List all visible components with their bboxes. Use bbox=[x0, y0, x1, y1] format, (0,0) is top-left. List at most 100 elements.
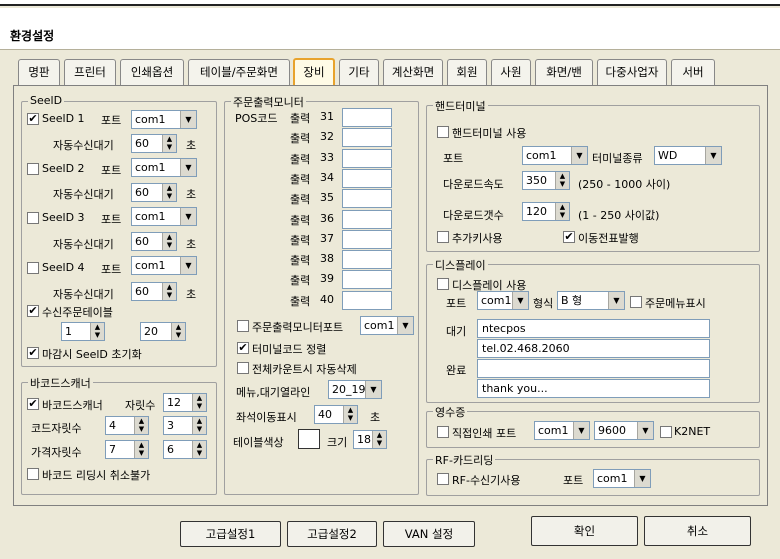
spinner-arrows-icon[interactable]: ▲ ▼ bbox=[90, 323, 104, 340]
output-number: 38 bbox=[320, 252, 334, 266]
cancel-button[interactable]: 취소 bbox=[644, 516, 751, 546]
tab-nameplate[interactable]: 명판 bbox=[18, 59, 60, 85]
advanced-settings-2-button[interactable]: 고급설정2 bbox=[287, 521, 377, 547]
display-done-line2-input[interactable]: thank you... bbox=[477, 379, 710, 398]
order-menu-checkbox[interactable] bbox=[630, 296, 642, 308]
spinner-arrows-icon[interactable]: ▲ ▼ bbox=[192, 441, 206, 458]
display-use-checkbox[interactable] bbox=[437, 278, 449, 290]
output-code-input[interactable] bbox=[342, 128, 392, 148]
tab-multi-business[interactable]: 다중사업자 bbox=[597, 59, 667, 85]
close-init-checkbox[interactable]: ✔ bbox=[27, 347, 39, 359]
tab-server[interactable]: 서버 bbox=[671, 59, 715, 85]
seeld4-wait-spinner[interactable]: 60 ▲ ▼ bbox=[131, 282, 177, 301]
output-code-input[interactable] bbox=[342, 270, 392, 290]
monitor-port-select[interactable]: com1 ▼ bbox=[360, 316, 414, 335]
terminal-type-select[interactable]: WD ▼ bbox=[654, 146, 722, 165]
seeld2-checkbox[interactable] bbox=[27, 163, 39, 175]
output-code-input[interactable] bbox=[342, 108, 392, 127]
seat-move-spinner[interactable]: 40 ▲ ▼ bbox=[314, 405, 358, 424]
seeld2-port-select[interactable]: com1 ▼ bbox=[131, 158, 197, 177]
display-format-select[interactable]: B 형 ▼ bbox=[557, 291, 625, 310]
spinner-arrows-icon[interactable]: ▲ ▼ bbox=[555, 203, 569, 220]
spinner-arrows-icon[interactable]: ▲ ▼ bbox=[192, 394, 206, 411]
title-bar bbox=[0, 8, 780, 50]
spinner-arrows-icon[interactable]: ▲ ▼ bbox=[162, 233, 176, 250]
receipt-port-select[interactable]: com1 ▼ bbox=[534, 421, 590, 440]
recv-table-from-spinner[interactable]: 1 ▲ ▼ bbox=[61, 322, 105, 341]
barcode-code-b-spinner[interactable]: 3 ▲ ▼ bbox=[163, 416, 207, 435]
k2net-checkbox[interactable] bbox=[660, 426, 672, 438]
auto-delete-checkbox[interactable] bbox=[237, 362, 249, 374]
van-settings-button[interactable]: VAN 설정 bbox=[383, 521, 475, 547]
seeld3-port-select[interactable]: com1 ▼ bbox=[131, 207, 197, 226]
seeld1-port-value: com1 bbox=[135, 113, 166, 126]
handterminal-port-select[interactable]: com1 ▼ bbox=[522, 146, 588, 165]
barcode-price-b-spinner[interactable]: 6 ▲ ▼ bbox=[163, 440, 207, 459]
output-code-input[interactable] bbox=[342, 168, 392, 188]
seeld1-port-select[interactable]: com1 ▼ bbox=[131, 110, 197, 129]
output-code-input[interactable] bbox=[342, 290, 392, 310]
output-code-input[interactable] bbox=[342, 148, 392, 168]
spinner-arrows-icon[interactable]: ▲ ▼ bbox=[372, 431, 386, 448]
output-code-input[interactable] bbox=[342, 250, 392, 270]
barcode-price-b-value: 6 bbox=[167, 443, 174, 456]
seeld4-checkbox[interactable] bbox=[27, 262, 39, 274]
table-color-swatch[interactable] bbox=[298, 429, 320, 449]
download-count-spinner[interactable]: 120 ▲ ▼ bbox=[522, 202, 570, 221]
barcode-cancel-checkbox[interactable] bbox=[27, 468, 39, 480]
output-code-input[interactable] bbox=[342, 189, 392, 209]
display-wait-line2-input[interactable]: tel.02.468.2060 bbox=[477, 339, 710, 358]
advanced-settings-1-button[interactable]: 고급설정1 bbox=[180, 521, 281, 547]
seeld3-checkbox[interactable] bbox=[27, 212, 39, 224]
spinner-arrows-icon[interactable]: ▲ ▼ bbox=[162, 283, 176, 300]
spinner-arrows-icon[interactable]: ▲ ▼ bbox=[192, 417, 206, 434]
spinner-arrows-icon[interactable]: ▲ ▼ bbox=[134, 417, 148, 434]
spinner-arrows-icon[interactable]: ▲ ▼ bbox=[162, 135, 176, 152]
tab-member[interactable]: 회원 bbox=[447, 59, 487, 85]
move-slip-checkbox[interactable]: ✔ bbox=[563, 231, 575, 243]
output-number: 31 bbox=[320, 110, 334, 123]
tab-table-order-screen[interactable]: 테이블/주문화면 bbox=[188, 59, 290, 85]
receipt-baud-select[interactable]: 9600 ▼ bbox=[594, 421, 654, 440]
size-spinner[interactable]: 18 ▲ ▼ bbox=[353, 430, 387, 449]
barcode-digits-spinner[interactable]: 12 ▲ ▼ bbox=[163, 393, 207, 412]
tab-staff[interactable]: 사원 bbox=[491, 59, 531, 85]
chevron-down-icon: ▼ bbox=[180, 257, 196, 274]
rf-port-select[interactable]: com1 ▼ bbox=[593, 469, 651, 488]
tab-printer[interactable]: 프린터 bbox=[64, 59, 116, 85]
download-speed-spinner[interactable]: 350 ▲ ▼ bbox=[522, 171, 570, 190]
spinner-arrows-icon[interactable]: ▲ ▼ bbox=[343, 406, 357, 423]
output-code-input[interactable] bbox=[342, 229, 392, 249]
recv-table-to-spinner[interactable]: 20 ▲ ▼ bbox=[140, 322, 186, 341]
spinner-arrows-icon[interactable]: ▲ ▼ bbox=[162, 184, 176, 201]
spinner-arrows-icon[interactable]: ▲ ▼ bbox=[134, 441, 148, 458]
ok-button[interactable]: 확인 bbox=[531, 516, 638, 546]
terminal-sort-checkbox[interactable]: ✔ bbox=[237, 342, 249, 354]
seeld1-wait-spinner[interactable]: 60 ▲ ▼ bbox=[131, 134, 177, 153]
recv-table-checkbox[interactable]: ✔ bbox=[27, 305, 39, 317]
seeld3-wait-spinner[interactable]: 60 ▲ ▼ bbox=[131, 232, 177, 251]
barcode-scanner-checkbox[interactable]: ✔ bbox=[27, 398, 39, 410]
display-port-select[interactable]: com1 ▼ bbox=[477, 291, 529, 310]
tab-print-options[interactable]: 인쇄옵션 bbox=[120, 59, 184, 85]
tab-etc[interactable]: 기타 bbox=[339, 59, 379, 85]
spinner-arrows-icon[interactable]: ▲ ▼ bbox=[555, 172, 569, 189]
barcode-code-a-spinner[interactable]: 4 ▲ ▼ bbox=[105, 416, 149, 435]
monitor-port-checkbox[interactable] bbox=[237, 320, 249, 332]
receipt-direct-checkbox[interactable] bbox=[437, 426, 449, 438]
tab-devices[interactable]: 장비 bbox=[293, 58, 335, 87]
spinner-arrows-icon[interactable]: ▲ ▼ bbox=[171, 323, 185, 340]
handterminal-use-checkbox[interactable] bbox=[437, 126, 449, 138]
output-code-input[interactable] bbox=[342, 209, 392, 229]
addkey-checkbox[interactable] bbox=[437, 231, 449, 243]
tab-calc-screen[interactable]: 계산화면 bbox=[383, 59, 443, 85]
tab-screen-van[interactable]: 화면/밴 bbox=[535, 59, 593, 85]
rf-use-checkbox[interactable] bbox=[437, 473, 449, 485]
barcode-price-a-spinner[interactable]: 7 ▲ ▼ bbox=[105, 440, 149, 459]
seeld1-checkbox[interactable]: ✔ bbox=[27, 113, 39, 125]
display-wait-line1-input[interactable]: ntecpos bbox=[477, 319, 710, 338]
display-done-line1-input[interactable] bbox=[477, 359, 710, 378]
menu-wait-select[interactable]: 20_19 ▼ bbox=[328, 380, 382, 399]
seeld2-wait-spinner[interactable]: 60 ▲ ▼ bbox=[131, 183, 177, 202]
seeld4-port-select[interactable]: com1 ▼ bbox=[131, 256, 197, 275]
